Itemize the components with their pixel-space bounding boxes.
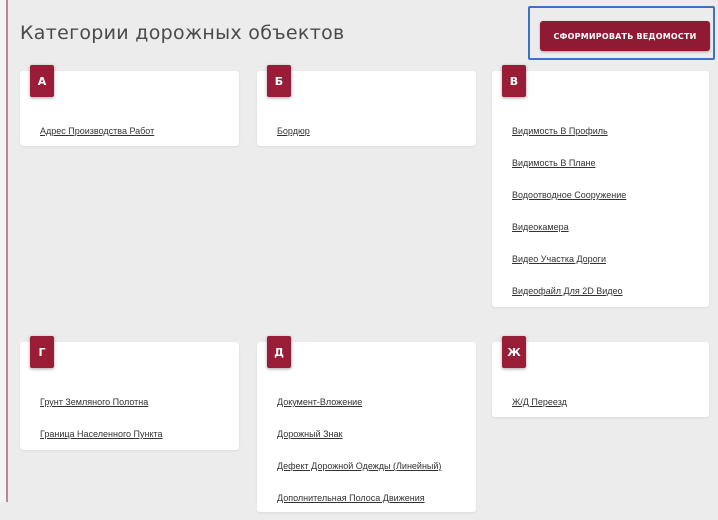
category-item-link[interactable]: Грунт Земляного Полотна [40,397,148,407]
category-item-list: Бордюр [277,121,310,153]
category-card-g: Г Грунт Земляного Полотна Граница Населе… [20,336,239,450]
generate-reports-button[interactable]: СФОРМИРОВАТЬ ВЕДОМОСТИ [540,21,710,51]
category-item-link[interactable]: Бордюр [277,126,310,136]
page-title: Категории дорожных объектов [20,22,345,44]
category-item-list: Ж/Д Переезд [512,392,567,424]
category-item-link[interactable]: Видимость В Плане [512,158,596,168]
category-letter-badge: Г [30,336,54,368]
category-item-list: Грунт Земляного Полотна Граница Населенн… [40,392,163,456]
left-edge-border [0,0,8,502]
category-letter-badge: Ж [502,336,526,368]
category-item-list: Адрес Производства Работ [40,121,154,153]
category-letter-badge: В [502,65,526,97]
category-item-link[interactable]: Водоотводное Сооружение [512,190,626,200]
category-item-link[interactable]: Граница Населенного Пункта [40,429,163,439]
category-item-link[interactable]: Дорожный Знак [277,429,342,439]
category-letter-badge: Д [267,336,291,368]
category-card-a: А Адрес Производства Работ [20,65,239,146]
category-item-link[interactable]: Ж/Д Переезд [512,397,567,407]
category-item-list: Видимость В Профиль Видимость В Плане Во… [512,121,626,313]
category-item-link[interactable]: Адрес Производства Работ [40,126,154,136]
category-item-list: Документ-Вложение Дорожный Знак Дефект Д… [277,392,441,520]
category-card-v: В Видимость В Профиль Видимость В Плане … [492,65,709,307]
category-card-d: Д Документ-Вложение Дорожный Знак Дефект… [257,336,476,512]
category-card-zh: Ж Ж/Д Переезд [492,336,709,417]
category-card-b: Б Бордюр [257,65,476,146]
category-item-link[interactable]: Видеофайл Для 2D Видео [512,286,623,296]
category-item-link[interactable]: Дефект Дорожной Одежды (Линейный) [277,461,441,471]
category-item-link[interactable]: Видеокамера [512,222,569,232]
category-letter-badge: Б [267,65,291,97]
generate-button-focus-ring: СФОРМИРОВАТЬ ВЕДОМОСТИ [528,6,715,60]
category-item-link[interactable]: Документ-Вложение [277,397,362,407]
category-item-link[interactable]: Видимость В Профиль [512,126,608,136]
category-item-link[interactable]: Видео Участка Дороги [512,254,606,264]
category-letter-badge: А [30,65,54,97]
